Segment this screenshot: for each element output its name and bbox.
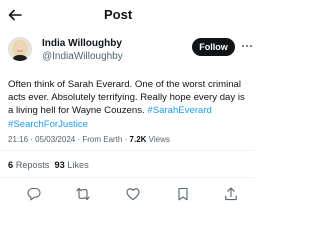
bookmark-button[interactable] [174, 185, 192, 203]
post-source: From Earth [82, 135, 123, 144]
action-bar [0, 180, 255, 208]
share-icon [225, 187, 237, 201]
more-options-button[interactable] [240, 40, 254, 52]
post-date[interactable]: 05/03/2024 [35, 135, 75, 144]
reposts-stat[interactable]: 6 Reposts [8, 160, 49, 170]
author-handle[interactable]: @IndiaWilloughby [42, 51, 123, 63]
meta-separator: · [124, 135, 128, 144]
divider [0, 177, 255, 178]
hashtag-link[interactable]: #SearchForJustice [8, 119, 88, 130]
avatar[interactable] [8, 37, 32, 61]
repost-button[interactable] [74, 185, 92, 203]
reply-icon [27, 187, 41, 201]
author-row: India Willoughby @IndiaWilloughby Follow [0, 34, 255, 70]
views-label: Views [148, 135, 170, 144]
engagement-stats: 6 Reposts 93 Likes [8, 159, 89, 171]
repost-icon [76, 187, 90, 201]
page-title: Post [104, 7, 133, 22]
likes-label: Likes [67, 160, 89, 170]
post-text: Often think of Sarah Everard. One of the… [8, 78, 250, 131]
top-bar: Post [0, 0, 255, 30]
meta-separator: · [30, 135, 33, 144]
reposts-count: 6 [8, 160, 14, 170]
arrow-left-icon [8, 9, 22, 21]
like-button[interactable] [124, 185, 142, 203]
hashtag-link[interactable]: #SarahEverard [147, 105, 212, 116]
more-horizontal-icon [242, 45, 252, 47]
meta-separator: · [77, 135, 81, 144]
likes-stat[interactable]: 93 Likes [55, 160, 89, 170]
likes-count: 93 [54, 160, 65, 170]
share-button[interactable] [222, 185, 240, 203]
reply-button[interactable] [25, 185, 43, 203]
views-count: 7.2K [129, 135, 147, 144]
back-button[interactable] [5, 5, 25, 25]
heart-icon [126, 188, 140, 201]
reposts-label: Reposts [15, 160, 50, 170]
post-time[interactable]: 21:16 [8, 135, 28, 144]
follow-button[interactable]: Follow [192, 38, 235, 56]
divider [0, 150, 255, 151]
bookmark-icon [178, 187, 188, 201]
author-display-name[interactable]: India Willoughby [42, 38, 122, 50]
post-meta: 21:16 · 05/03/2024 · From Earth · 7.2K V… [8, 134, 170, 146]
